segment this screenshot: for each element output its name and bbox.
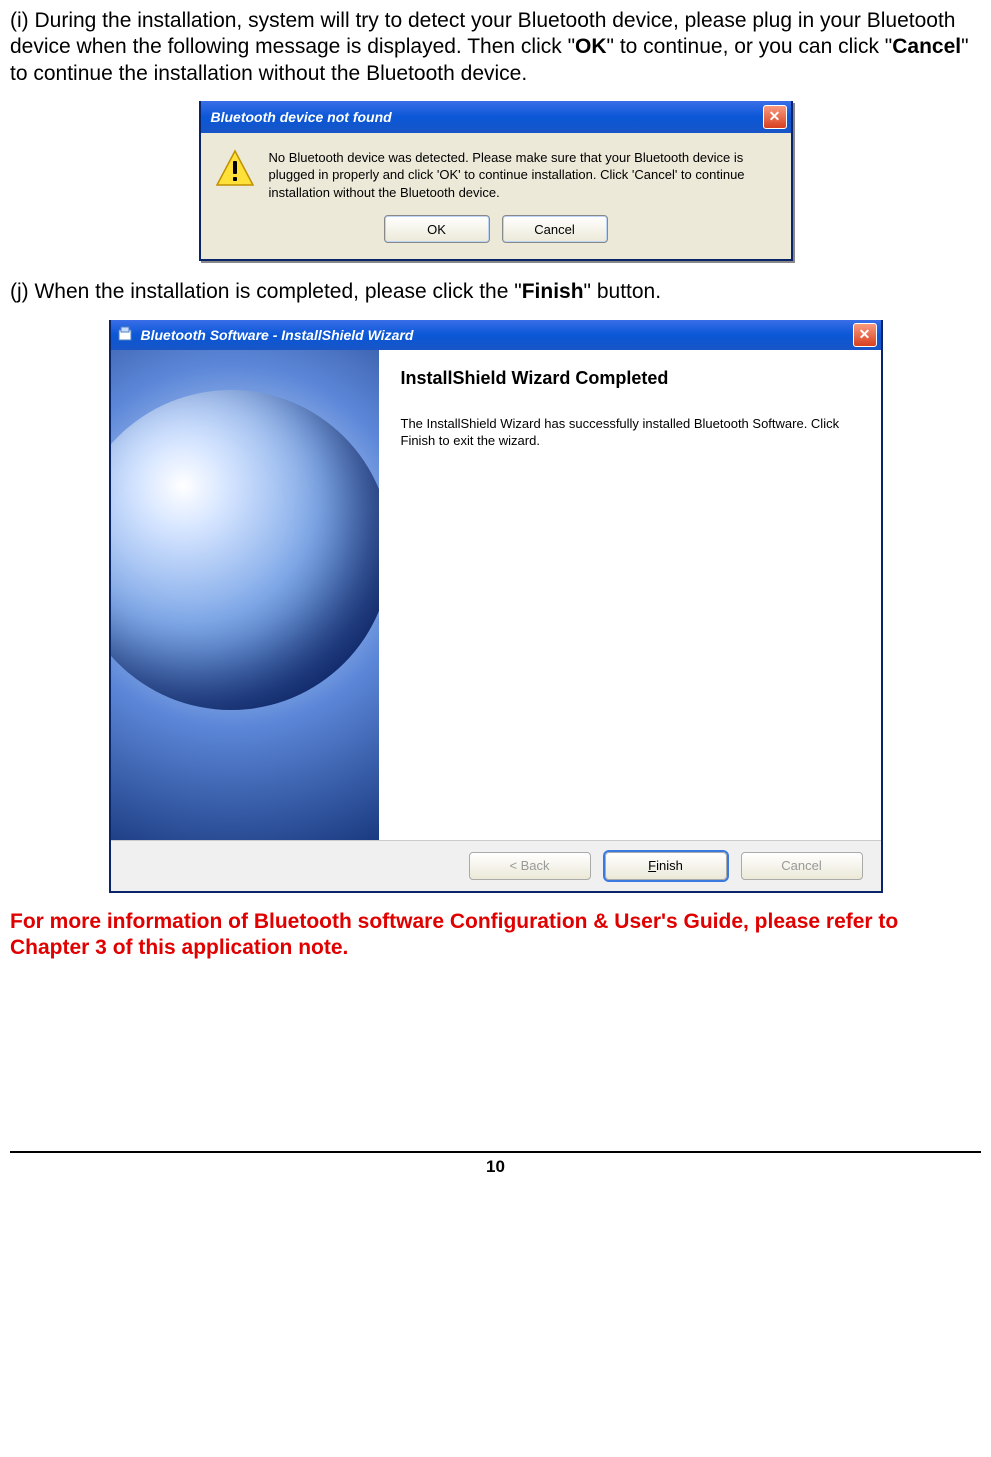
dialog-body: InstallShield Wizard Completed The Insta… xyxy=(111,350,881,840)
button-label: Cancel xyxy=(781,858,821,873)
text: (j) When the installation is completed, … xyxy=(10,280,522,303)
finish-button[interactable]: Finish xyxy=(605,852,727,880)
paragraph-i: (i) During the installation, system will… xyxy=(10,8,981,87)
close-button[interactable]: ✕ xyxy=(763,105,787,129)
installer-icon xyxy=(117,326,135,344)
wizard-heading: InstallShield Wizard Completed xyxy=(401,368,859,389)
text-bold-ok: OK xyxy=(575,35,607,58)
dialog-installshield-wizard: Bluetooth Software - InstallShield Wizar… xyxy=(109,320,883,893)
close-icon: ✕ xyxy=(859,326,871,343)
dialog-title: Bluetooth device not found xyxy=(211,109,392,125)
text-bold-cancel: Cancel xyxy=(892,35,961,58)
wizard-body-text: The InstallShield Wizard has successfull… xyxy=(401,415,859,450)
paragraph-j: (j) When the installation is completed, … xyxy=(10,279,981,305)
dialog-bluetooth-not-found: Bluetooth device not found ✕ No Bluetoot… xyxy=(199,101,793,262)
page-number: 10 xyxy=(486,1157,505,1176)
button-label: Finish xyxy=(648,858,683,873)
text: " to continue, or you can click " xyxy=(607,35,893,58)
text: " button. xyxy=(584,280,662,303)
dialog-button-row: OK Cancel xyxy=(201,207,791,259)
highlighted-note: For more information of Bluetooth softwa… xyxy=(10,909,981,962)
button-label: < Back xyxy=(509,858,549,873)
wizard-button-row: < Back Finish Cancel xyxy=(111,840,881,891)
dialog-wizard-wrapper: Bluetooth Software - InstallShield Wizar… xyxy=(10,320,981,893)
wizard-content: InstallShield Wizard Completed The Insta… xyxy=(379,350,881,840)
back-button[interactable]: < Back xyxy=(469,852,591,880)
page-footer: 10 xyxy=(10,1151,981,1197)
dialog-body: No Bluetooth device was detected. Please… xyxy=(201,133,791,208)
close-button[interactable]: ✕ xyxy=(853,323,877,347)
close-icon: ✕ xyxy=(769,108,781,125)
cancel-button[interactable]: Cancel xyxy=(741,852,863,880)
cancel-button[interactable]: Cancel xyxy=(502,215,608,243)
ok-button[interactable]: OK xyxy=(384,215,490,243)
dialog-not-found-wrapper: Bluetooth device not found ✕ No Bluetoot… xyxy=(10,101,981,262)
wizard-side-image xyxy=(111,350,379,840)
button-label: OK xyxy=(427,222,446,237)
warning-icon xyxy=(215,149,255,189)
titlebar: Bluetooth Software - InstallShield Wizar… xyxy=(111,320,881,350)
dialog-title: Bluetooth Software - InstallShield Wizar… xyxy=(141,327,414,343)
globe-graphic xyxy=(111,390,379,710)
button-label: Cancel xyxy=(534,222,574,237)
text-bold-finish: Finish xyxy=(522,280,584,303)
dialog-message: No Bluetooth device was detected. Please… xyxy=(269,149,777,202)
titlebar: Bluetooth device not found ✕ xyxy=(201,101,791,133)
